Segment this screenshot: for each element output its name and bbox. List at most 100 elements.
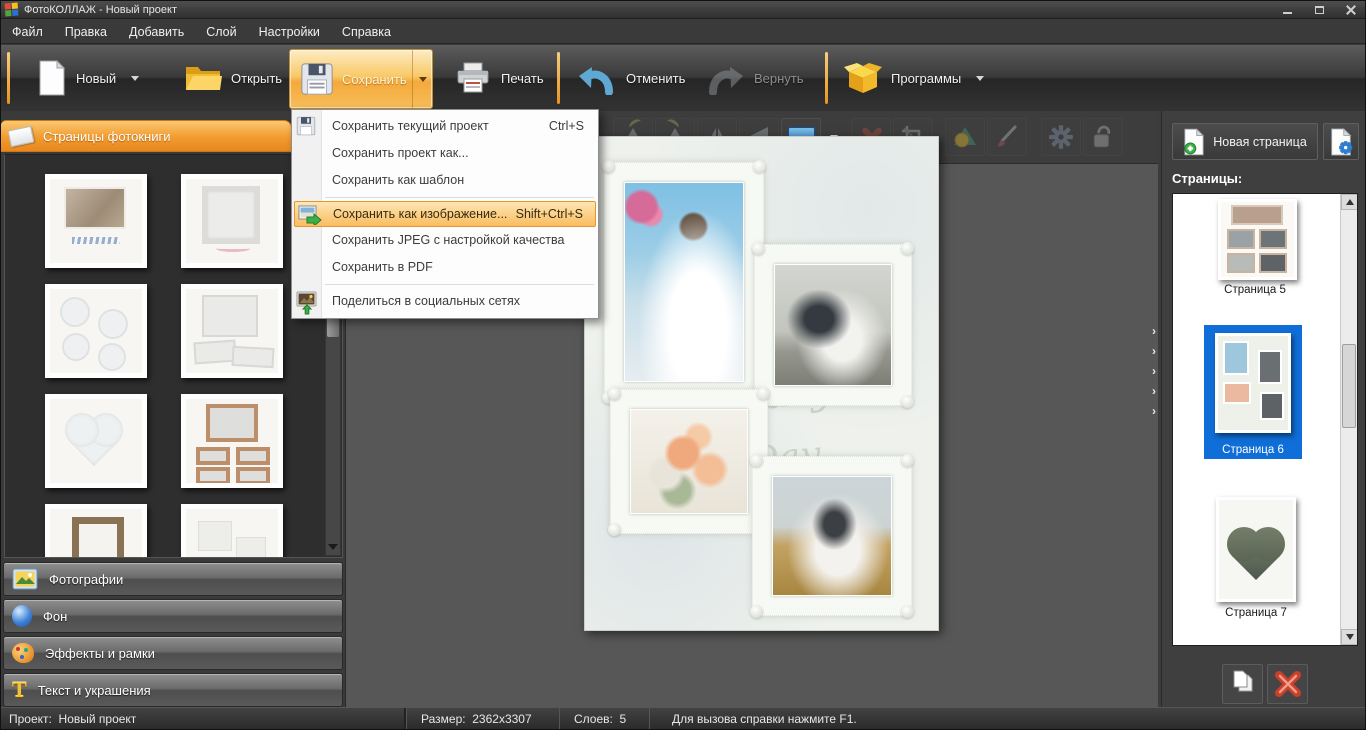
app-window: ФотоКОЛЛАЖ - Новый проект Файл Правка До…	[0, 0, 1366, 730]
template-thumbnail[interactable]	[181, 394, 283, 488]
menu-shortcut: Ctrl+S	[549, 113, 584, 140]
menu-item-save-current[interactable]: Сохранить текущий проект Ctrl+S	[292, 113, 598, 140]
template-thumbnail[interactable]	[45, 504, 147, 558]
page-6-thumbnail[interactable]	[1215, 333, 1291, 433]
print-label: Печать	[501, 71, 544, 86]
page-settings-button[interactable]	[1323, 123, 1359, 160]
template-thumbnail[interactable]	[181, 504, 283, 558]
arrow-up-icon	[1346, 199, 1354, 205]
menu-item-label: Сохранить текущий проект	[332, 119, 489, 133]
accordion-background[interactable]: Фон	[3, 599, 343, 633]
background-orb-icon	[12, 605, 32, 627]
scrollbar-thumb[interactable]	[1342, 344, 1356, 428]
menu-add[interactable]: Добавить	[118, 21, 195, 43]
mask-shapes-icon	[952, 125, 978, 149]
open-button[interactable]: Открыть	[184, 45, 282, 111]
open-box-icon	[844, 62, 882, 94]
template-thumbnail[interactable]	[181, 174, 283, 268]
duplicate-page-button[interactable]	[1222, 664, 1263, 704]
delete-x-icon	[1273, 669, 1303, 699]
scroll-up-button[interactable]	[1341, 194, 1358, 210]
maximize-button[interactable]	[1309, 2, 1329, 17]
arrow-down-icon	[1346, 634, 1354, 640]
menu-item-label: Сохранить как изображение...	[333, 207, 507, 221]
undo-button[interactable]: Отменить	[577, 45, 685, 111]
minimize-button[interactable]	[1277, 2, 1297, 17]
collage-page-canvas[interactable]: Beauty Day	[584, 136, 939, 631]
template-thumbnail[interactable]	[181, 284, 283, 378]
redo-label: Вернуть	[754, 71, 804, 86]
pages-scrollbar[interactable]	[1340, 194, 1357, 645]
scroll-down-button[interactable]	[327, 541, 339, 553]
undo-arrow-icon	[577, 61, 617, 95]
accordion-label: Эффекты и рамки	[45, 646, 155, 661]
save-dropdown-button[interactable]	[412, 50, 432, 108]
pages-list: Страница 5 Страница 6	[1172, 193, 1358, 646]
print-button[interactable]: Печать	[454, 45, 544, 111]
menu-item-save-jpeg[interactable]: Сохранить JPEG с настройкой качества	[292, 227, 598, 254]
template-thumbnail[interactable]	[45, 284, 147, 378]
page-6-caption: Страница 6	[1204, 444, 1302, 456]
mask-button[interactable]	[945, 118, 985, 156]
page-7-thumbnail[interactable]	[1216, 497, 1296, 602]
collage-photo-beach-couple[interactable]	[774, 264, 892, 386]
menu-item-save-template[interactable]: Сохранить как шаблон	[292, 167, 598, 194]
heart-photo	[1232, 531, 1280, 579]
photobook-pages-header[interactable]: Страницы фотокниги	[1, 120, 292, 152]
template-thumbnail[interactable]	[45, 394, 147, 488]
scroll-down-button[interactable]	[1341, 629, 1358, 645]
redo-arrow-icon	[705, 61, 745, 95]
new-project-button[interactable]: Новый	[37, 45, 139, 111]
menu-shortcut: Shift+Ctrl+S	[516, 202, 583, 226]
save-button[interactable]: Сохранить	[289, 49, 433, 109]
new-project-label: Новый	[76, 71, 116, 86]
arrow-down-icon	[328, 544, 338, 550]
delete-page-button[interactable]	[1267, 664, 1308, 704]
chevron-down-icon	[419, 77, 427, 82]
menu-separator	[325, 197, 594, 198]
pages-label: Страницы:	[1172, 171, 1242, 186]
page-gear-icon	[1329, 128, 1353, 156]
page-5-thumbnail[interactable]	[1218, 199, 1297, 280]
menu-item-save-as-image[interactable]: Сохранить как изображение... Shift+Ctrl+…	[294, 201, 596, 227]
collage-photo-bride[interactable]	[624, 182, 744, 382]
programs-button[interactable]: Программы	[844, 45, 984, 111]
accordion-photos[interactable]: Фотографии	[3, 562, 343, 596]
lock-button[interactable]	[1083, 118, 1123, 156]
collage-photo-field-couple[interactable]	[772, 476, 892, 596]
copy-pages-icon	[1230, 670, 1256, 698]
accordion-text-decorations[interactable]: T Текст и украшения	[3, 673, 343, 707]
template-thumbnail[interactable]	[45, 174, 147, 268]
settings-gear-button[interactable]	[1041, 118, 1081, 156]
menu-settings[interactable]: Настройки	[248, 21, 331, 43]
collage-photo-bouquet[interactable]	[630, 409, 748, 514]
close-button[interactable]	[1341, 2, 1361, 17]
menu-item-save-as[interactable]: Сохранить проект как...	[292, 140, 598, 167]
undo-label: Отменить	[626, 71, 685, 86]
menu-layer[interactable]: Слой	[195, 21, 247, 43]
menu-item-label: Сохранить JPEG с настройкой качества	[332, 233, 564, 247]
titlebar: ФотоКОЛЛАЖ - Новый проект	[1, 1, 1365, 19]
panel-splitter[interactable]: ›››››	[1152, 326, 1156, 417]
accordion-label: Текст и украшения	[38, 683, 151, 698]
minimize-icon	[1283, 12, 1292, 14]
page-6-item-selected[interactable]: Страница 6	[1204, 325, 1302, 459]
effects-brush-button[interactable]	[987, 118, 1027, 156]
chevron-down-icon[interactable]	[976, 76, 984, 81]
close-icon	[1346, 5, 1356, 15]
new-page-button[interactable]: Новая страница	[1172, 123, 1318, 160]
menu-file[interactable]: Файл	[1, 21, 54, 43]
floppy-icon	[296, 116, 318, 136]
menu-item-share-social[interactable]: Поделиться в социальных сетях	[292, 288, 598, 315]
chevron-down-icon[interactable]	[131, 76, 139, 81]
menu-help[interactable]: Справка	[331, 21, 402, 43]
menu-item-label: Сохранить как шаблон	[332, 173, 464, 187]
redo-button[interactable]: Вернуть	[705, 45, 804, 111]
lock-icon	[1091, 124, 1115, 150]
accordion-effects-frames[interactable]: Эффекты и рамки	[3, 636, 343, 670]
statusbar: Проект: Новый проект Размер: 2362x3307 С…	[1, 707, 1365, 729]
menu-edit[interactable]: Правка	[54, 21, 118, 43]
menu-item-save-pdf[interactable]: Сохранить в PDF	[292, 254, 598, 281]
photos-icon	[12, 568, 38, 590]
menu-item-label: Сохранить проект как...	[332, 146, 469, 160]
